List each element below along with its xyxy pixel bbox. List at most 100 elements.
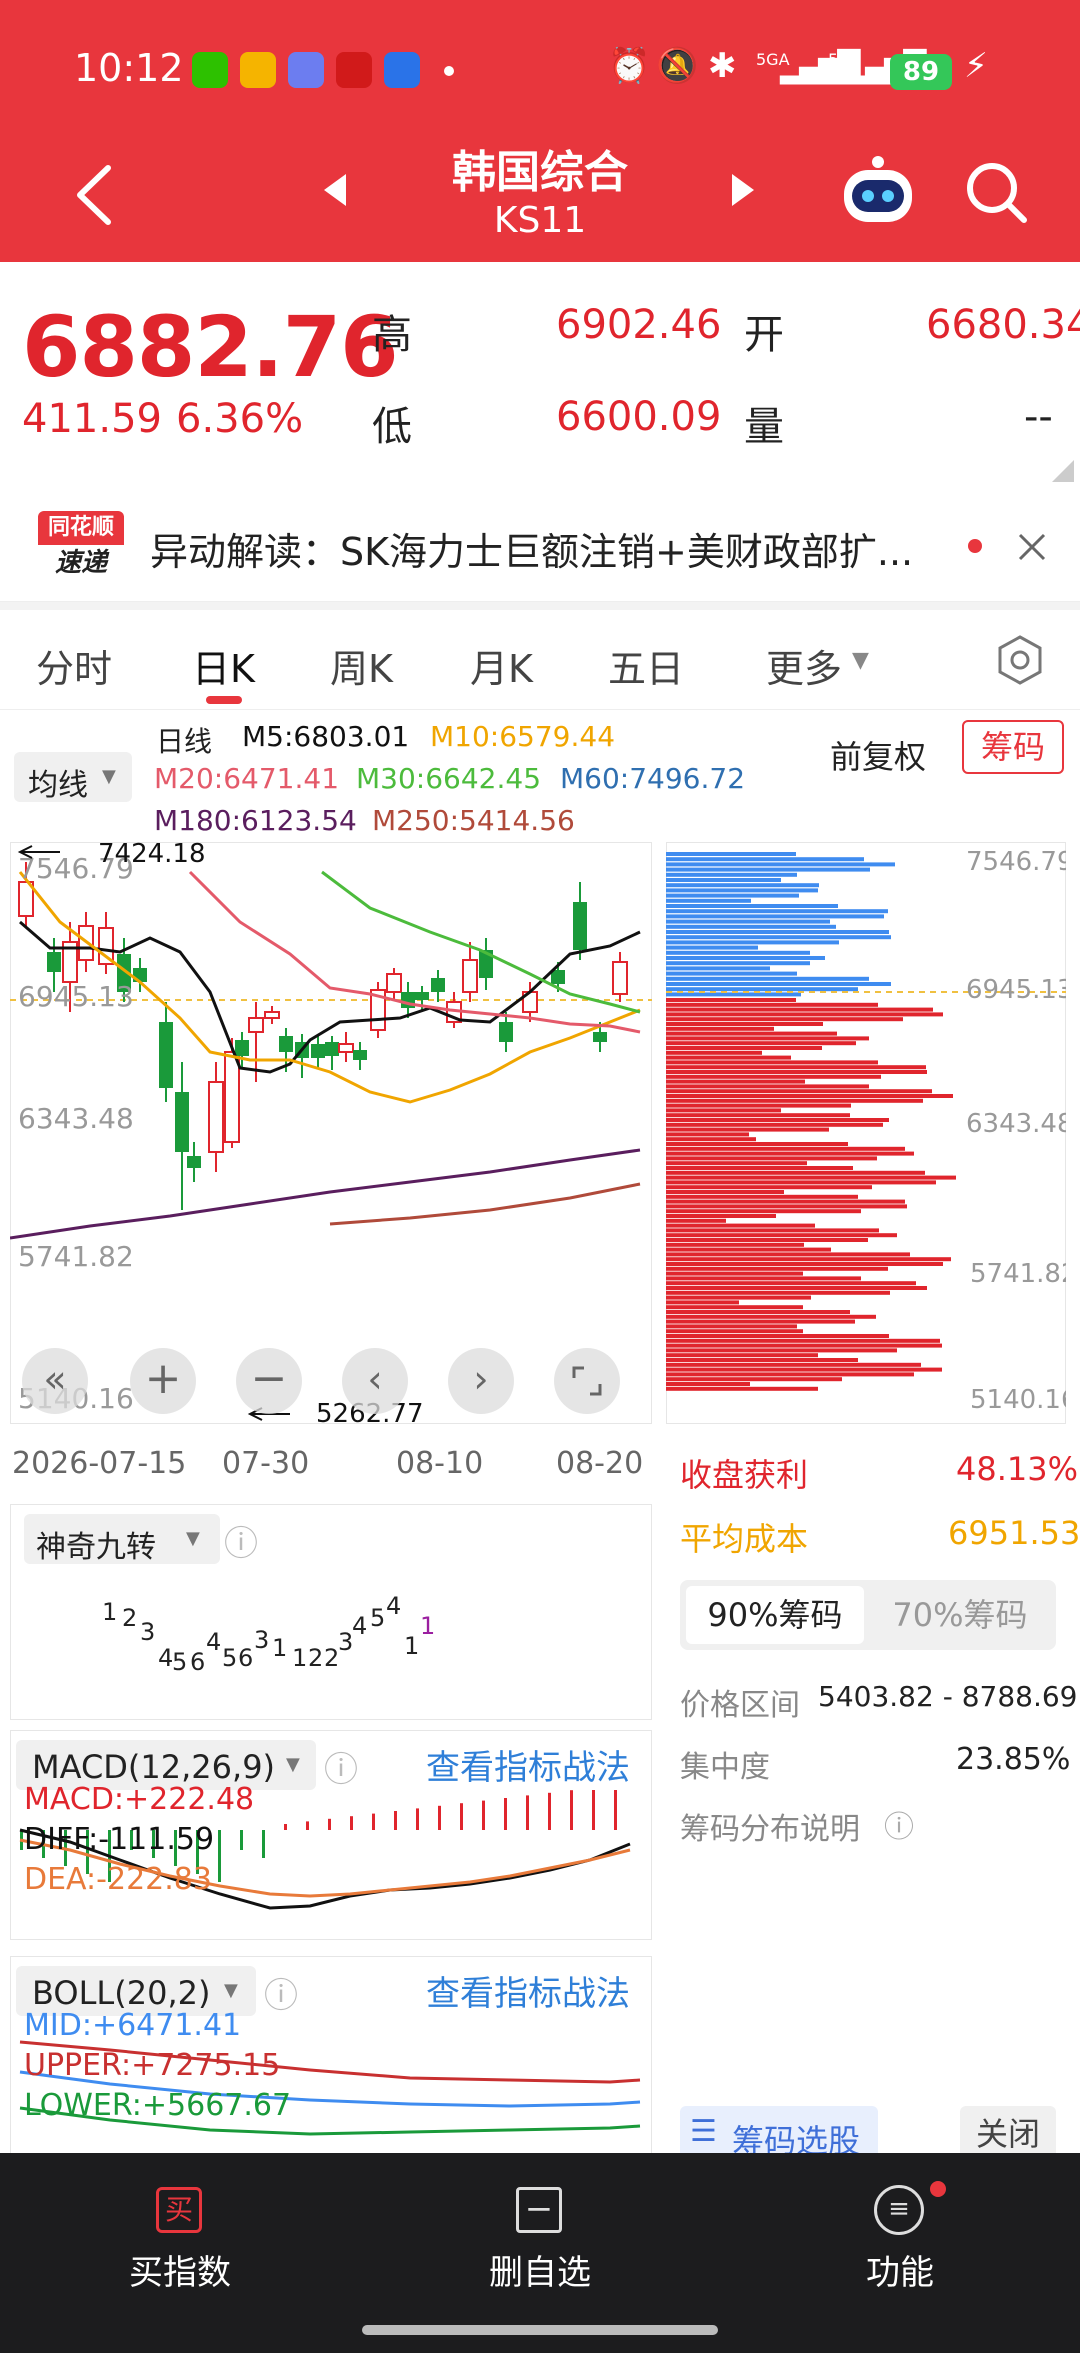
chip-bar-profit — [666, 924, 836, 929]
chip-bar-loss — [666, 1276, 861, 1281]
logo-bottom: 速递 — [54, 548, 107, 578]
help-icon[interactable]: ⓘ — [264, 1968, 298, 2017]
search-icon[interactable] — [962, 158, 1032, 228]
ma250-value: M250:5414.56 — [372, 804, 575, 837]
zoom-out-button[interactable]: − — [236, 1348, 302, 1414]
candle-body — [431, 978, 445, 992]
ma20-value: M20:6471.41 — [154, 762, 340, 795]
nine-turn-count: 1 — [292, 1644, 307, 1672]
tonghuashun-logo: 同花顺 速递 — [38, 511, 124, 581]
functions-button[interactable]: ≡ 功能 — [820, 2173, 980, 2293]
adjust-mode[interactable]: 前复权 — [830, 732, 926, 778]
chip-bar-loss — [666, 1252, 910, 1257]
expand-corner-icon[interactable] — [1052, 460, 1074, 482]
chip-tab-90[interactable]: 90%筹码 — [686, 1586, 864, 1644]
open-value: 6680.34 — [926, 302, 1080, 348]
chip-bar-loss — [666, 1055, 791, 1060]
ma60-value: M60:7496.72 — [560, 762, 746, 795]
chip-tab-70[interactable]: 70%筹码 — [870, 1586, 1050, 1644]
macd-histogram-bar — [614, 1790, 617, 1830]
tab-monthly-k[interactable]: 月K — [470, 638, 533, 693]
m250-line — [329, 1182, 641, 1226]
chip-explain-link[interactable]: 筹码分布说明 — [680, 1804, 860, 1848]
tab-five-day[interactable]: 五日 — [608, 638, 684, 693]
chip-bar-loss — [666, 1098, 923, 1103]
help-icon[interactable]: ⓘ — [884, 1802, 914, 1846]
minus-square-icon: − — [516, 2187, 562, 2233]
macd-histogram-bar — [240, 1830, 243, 1850]
macd-strategy-link[interactable]: 查看指标战法 — [426, 1740, 630, 1789]
news-banner[interactable]: 同花顺 速递 异动解读：SK海力士巨额注销+美财政部扩... — [0, 487, 1080, 602]
kline-chart[interactable]: 7546.79 6945.13 6343.48 5741.82 5140.16 … — [10, 842, 652, 1424]
macd-histogram-bar — [548, 1792, 551, 1830]
chip-bar-loss — [666, 1137, 756, 1142]
chip-bar-loss — [666, 1314, 876, 1319]
chip-bar-loss — [666, 1151, 914, 1156]
weibo-icon — [240, 52, 276, 88]
news-text[interactable]: 异动解读：SK海力士巨额注销+美财政部扩... — [150, 521, 913, 576]
chip-y-label: 5140.16 — [970, 1385, 1066, 1415]
chip-bar-loss — [666, 1338, 940, 1343]
chip-bar-profit — [666, 872, 797, 877]
chip-bar-loss — [666, 1175, 956, 1180]
ma180-value: M180:6123.54 — [154, 804, 357, 837]
scroll-right-button[interactable]: › — [448, 1348, 514, 1414]
chip-bar-loss — [666, 1372, 914, 1377]
macd-histogram-bar — [504, 1798, 507, 1830]
help-icon[interactable]: ⓘ — [324, 1742, 358, 1791]
settings-hexagon-icon[interactable] — [994, 634, 1046, 686]
candle-body — [187, 1156, 201, 1168]
macd-histogram-bar — [460, 1803, 463, 1830]
zoom-in-button[interactable]: + — [130, 1348, 196, 1414]
tab-intraday[interactable]: 分时 — [36, 638, 112, 693]
buy-index-button[interactable]: 买 买指数 — [100, 2173, 260, 2293]
m30-line — [321, 870, 641, 1014]
help-icon[interactable]: ⓘ — [224, 1516, 258, 1565]
nine-turns-selector[interactable]: 神奇九转 ▼ — [24, 1514, 220, 1565]
tab-more[interactable]: 更多 — [766, 638, 842, 693]
price-range-value: 5403.82 - 8788.69 — [818, 1680, 1078, 1713]
x-axis-label: 07-30 — [222, 1446, 310, 1481]
y-axis-label: 6945.13 — [18, 980, 134, 1013]
boll-upper-value: UPPER:+7275.15 — [24, 2048, 281, 2083]
candle-body — [573, 902, 587, 950]
collapse-left-button[interactable]: « — [22, 1348, 88, 1414]
low-value: 6600.09 — [556, 394, 722, 440]
next-index-icon[interactable] — [728, 170, 758, 210]
stock-app-icon — [336, 52, 372, 88]
chip-bar-profit — [666, 888, 818, 893]
profit-label: 收盘获利 — [680, 1456, 809, 1494]
avg-cost-value: 6951.53 — [948, 1514, 1080, 1552]
robot-assistant-icon[interactable] — [838, 152, 918, 232]
nine-turn-count: 5 — [222, 1644, 237, 1672]
chip-bar-profit — [666, 878, 781, 882]
macd-value: MACD:+222.48 — [24, 1782, 255, 1817]
close-icon[interactable] — [1014, 529, 1050, 565]
nine-turn-count: 1 — [420, 1612, 435, 1640]
scroll-left-button[interactable]: ‹ — [342, 1348, 408, 1414]
price-range-label: 价格区间 — [680, 1688, 800, 1723]
chevron-down-icon: ▼ — [286, 1754, 300, 1775]
boll-strategy-link[interactable]: 查看指标战法 — [426, 1966, 630, 2015]
tab-daily-k[interactable]: 日K — [192, 638, 255, 693]
ma-selector[interactable]: 均线 ▼ — [14, 752, 132, 803]
chip-bar-loss — [666, 1194, 858, 1199]
chip-bar-loss — [666, 1007, 933, 1012]
chip-bar-loss — [666, 1362, 921, 1367]
remove-watchlist-button[interactable]: − 删自选 — [460, 2173, 620, 2293]
chip-bar-loss — [666, 1367, 942, 1372]
chip-bar-loss — [666, 1386, 818, 1391]
unread-dot — [968, 539, 982, 553]
chevron-down-icon: ▼ — [102, 766, 116, 787]
fullscreen-button[interactable] — [554, 1348, 620, 1414]
chip-bar-loss — [666, 1113, 850, 1118]
tab-weekly-k[interactable]: 周K — [330, 638, 393, 693]
nine-turn-count: 4 — [158, 1644, 173, 1672]
macd-histogram-bar — [306, 1821, 309, 1830]
chip-y-label: 6343.48 — [966, 1109, 1066, 1139]
chip-bar-profit — [666, 966, 770, 971]
nine-turn-count: 2 — [308, 1644, 323, 1672]
back-icon[interactable] — [70, 160, 120, 230]
prev-index-icon[interactable] — [320, 170, 350, 210]
chip-button[interactable]: 筹码 — [962, 720, 1064, 774]
